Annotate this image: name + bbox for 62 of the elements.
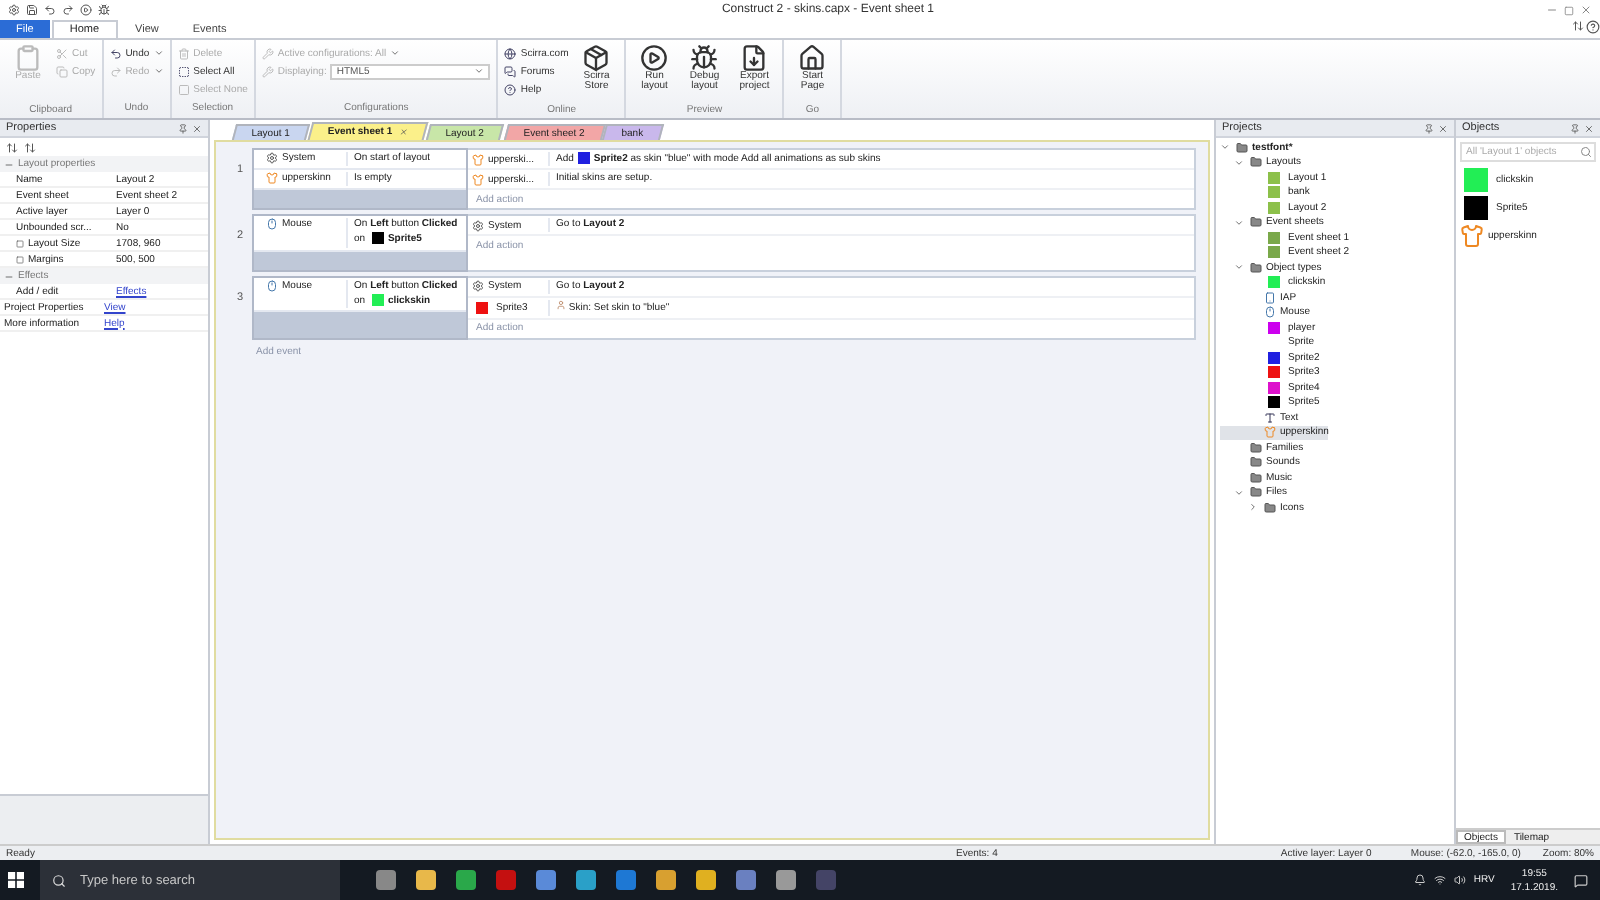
app-icon[interactable] <box>576 870 596 890</box>
app-icon[interactable] <box>736 870 756 890</box>
mouse-icon <box>266 279 278 292</box>
chevron-right-icon <box>1248 502 1258 513</box>
shirt-icon <box>472 153 484 166</box>
sort-icon <box>1572 20 1584 32</box>
redo-icon <box>109 65 122 77</box>
gear-icon <box>472 280 484 293</box>
close-icon <box>1580 4 1592 16</box>
chevron-down-icon <box>1234 217 1244 228</box>
tray-icon <box>1413 874 1426 886</box>
pin-icon <box>178 123 188 133</box>
scissors-icon <box>56 47 68 59</box>
minimize-icon <box>1546 4 1558 16</box>
shirt-icon <box>1460 224 1484 248</box>
collapse-icon <box>4 271 14 281</box>
search-icon <box>1580 146 1592 158</box>
chevron-down-icon <box>1234 487 1244 498</box>
home-icon <box>798 44 827 72</box>
mouse-icon <box>1264 306 1276 319</box>
volume-icon <box>1453 874 1466 886</box>
search-icon <box>52 873 66 887</box>
copy-icon <box>56 65 68 77</box>
app-icon <box>8 4 20 16</box>
bug-icon <box>690 44 719 72</box>
text-icon <box>1264 411 1276 424</box>
package-icon <box>582 44 611 72</box>
mouse-icon <box>266 218 278 231</box>
play-icon <box>640 44 669 72</box>
chevron-down-icon <box>1234 262 1244 273</box>
undo-icon <box>44 4 56 16</box>
gear-icon <box>472 219 484 232</box>
wrench-icon <box>261 65 274 77</box>
square-icon <box>177 83 190 95</box>
app-icon[interactable] <box>496 870 516 890</box>
chat-icon <box>504 65 517 77</box>
wrench-icon <box>261 47 274 59</box>
bug-icon <box>98 4 110 16</box>
file-export-icon <box>740 44 769 72</box>
globe-icon <box>504 47 517 59</box>
save-icon <box>26 4 38 16</box>
notification-icon <box>1574 873 1588 887</box>
undo-icon <box>109 47 122 59</box>
pin-icon <box>1424 123 1434 133</box>
redo-icon <box>62 4 74 16</box>
pin-icon <box>1570 123 1580 133</box>
help-icon <box>504 83 517 95</box>
sort-icon <box>24 141 36 153</box>
phone-icon <box>1264 291 1276 304</box>
windows-logo-icon[interactable] <box>8 872 24 888</box>
help-icon <box>1586 20 1600 34</box>
network-icon <box>1433 874 1446 886</box>
collapse-icon <box>4 159 14 169</box>
trash-icon <box>177 47 190 59</box>
shirt-icon <box>472 173 484 186</box>
maximize-icon <box>1564 5 1574 15</box>
sort-icon <box>6 141 18 153</box>
gear-icon <box>266 152 278 164</box>
shirt-icon <box>266 172 278 184</box>
shirt-icon <box>1264 426 1276 439</box>
play-icon <box>80 4 92 16</box>
caret-icon <box>474 66 485 76</box>
